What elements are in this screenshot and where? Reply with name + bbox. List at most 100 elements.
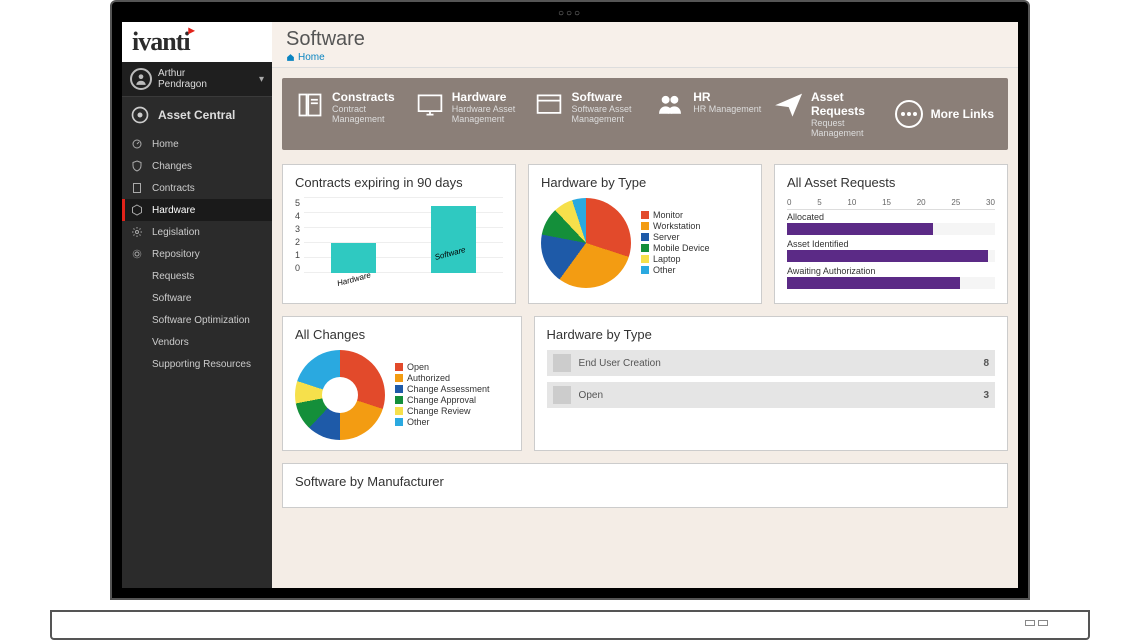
- quicklink-hr[interactable]: HRHR Management: [655, 90, 765, 138]
- base-indicator: [1025, 620, 1048, 626]
- quicklink-title: Constracts: [332, 90, 406, 104]
- legend-label: Workstation: [653, 221, 700, 231]
- logo-bar: ivanti ▸: [122, 22, 272, 62]
- panels-row-3: Software by Manufacturer: [282, 463, 1008, 508]
- quicklink-title: Hardware: [452, 90, 526, 104]
- sidebar-item-supporting-resources[interactable]: Supporting Resources: [122, 353, 272, 375]
- sidebar-item-hardware[interactable]: Hardware: [122, 199, 272, 221]
- nav-label: Changes: [152, 161, 192, 172]
- sidebar-item-home[interactable]: Home: [122, 133, 272, 155]
- more-icon: [895, 100, 923, 128]
- app-section-row[interactable]: Asset Central: [122, 97, 272, 133]
- legend-item: Mobile Device: [641, 243, 710, 253]
- legend-label: Open: [407, 362, 429, 372]
- sidebar-item-contracts[interactable]: Contracts: [122, 177, 272, 199]
- legend-label: Change Assessment: [407, 384, 490, 394]
- user-menu[interactable]: Arthur Pendragon ▾: [122, 62, 272, 97]
- legend-label: Laptop: [653, 254, 681, 264]
- list-item[interactable]: Open3: [547, 382, 995, 408]
- legend-item: Change Approval: [395, 395, 490, 405]
- panel-title: All Asset Requests: [787, 175, 995, 190]
- send-icon: [775, 90, 803, 120]
- list-item[interactable]: End User Creation 8: [547, 350, 995, 376]
- nav-label: Repository: [152, 249, 200, 260]
- list-item-count: 8: [983, 358, 989, 369]
- panel-hw-list: Hardware by Type End User Creation8Open3: [534, 316, 1008, 451]
- monitor-icon: [416, 90, 444, 120]
- user-name: Arthur Pendragon: [158, 68, 253, 90]
- panel-contracts90: Contracts expiring in 90 days 543210 Har…: [282, 164, 516, 304]
- nav-label: Requests: [152, 271, 194, 282]
- legend-swatch: [395, 374, 403, 382]
- sidebar-item-changes[interactable]: Changes: [122, 155, 272, 177]
- topbar: Software Home: [272, 22, 1018, 68]
- legend-label: Server: [653, 232, 680, 242]
- quicklink-hardware[interactable]: HardwareHardware Asset Management: [416, 90, 526, 138]
- list-item-icon: [553, 354, 571, 372]
- sidebar-item-software-optimization[interactable]: Software Optimization: [122, 309, 272, 331]
- nav-label: Software Optimization: [152, 315, 250, 326]
- hbar-group: Awaiting Authorization: [787, 266, 995, 289]
- shield-icon: [130, 159, 144, 173]
- breadcrumb-label: Home: [298, 52, 325, 63]
- quicklink-subtitle: Hardware Asset Management: [452, 104, 526, 124]
- hbar-chart: Allocated Asset Identified Awaiting Author…: [787, 212, 995, 289]
- hbar-group: Asset Identified: [787, 239, 995, 262]
- app-screen: ivanti ▸ Arthur Pendragon ▾: [122, 22, 1018, 588]
- dashboard-icon: [130, 137, 144, 151]
- list-item-label: Open: [579, 390, 603, 401]
- quicklink-title: HR: [693, 90, 761, 104]
- legend-swatch: [395, 418, 403, 426]
- blank-icon: [130, 335, 144, 349]
- quicklink-software[interactable]: SoftwareSoftware Asset Management: [535, 90, 645, 138]
- sidebar-item-requests[interactable]: Requests: [122, 265, 272, 287]
- legend-label: Mobile Device: [653, 243, 710, 253]
- home-icon: [286, 53, 295, 62]
- sidebar-item-vendors[interactable]: Vendors: [122, 331, 272, 353]
- hbar-group: Allocated: [787, 212, 995, 235]
- more-links-button[interactable]: More Links: [895, 100, 994, 128]
- legend-label: Change Review: [407, 406, 471, 416]
- panels-row-2: All Changes OpenAuthorizedChange Assessm…: [282, 316, 1008, 451]
- legend-swatch: [641, 266, 649, 274]
- legend-item: Change Review: [395, 406, 490, 416]
- donut-chart: [295, 350, 385, 440]
- sidebar-item-software[interactable]: Software: [122, 287, 272, 309]
- hbar-track: [787, 223, 995, 235]
- panel-title: Contracts expiring in 90 days: [295, 175, 503, 190]
- legend-swatch: [395, 407, 403, 415]
- quicklink-asset-requests[interactable]: Asset RequestsRequest Management: [775, 90, 885, 138]
- panel-requests: All Asset Requests 051015202530 Allocate…: [774, 164, 1008, 304]
- nav-label: Vendors: [152, 337, 189, 348]
- hbar-fill: [787, 223, 933, 235]
- content: ConstractsContract ManagementHardwareHar…: [272, 68, 1018, 588]
- pie-chart: [541, 198, 631, 288]
- bar: [331, 243, 376, 273]
- hbar-label: Asset Identified: [787, 239, 995, 249]
- list-item-label: End User Creation: [579, 358, 661, 369]
- panel-title: Hardware by Type: [541, 175, 749, 190]
- legend-swatch: [395, 396, 403, 404]
- sidebar-item-repository[interactable]: Repository: [122, 243, 272, 265]
- hbar-track: [787, 277, 995, 289]
- contracts-icon: [296, 90, 324, 120]
- sidebar-item-legislation[interactable]: Legislation: [122, 221, 272, 243]
- page-title: Software: [286, 28, 1004, 51]
- gear2-icon: [130, 247, 144, 261]
- legend-label: Monitor: [653, 210, 683, 220]
- legend-swatch: [641, 211, 649, 219]
- hbar-track: [787, 250, 995, 262]
- quicklink-subtitle: Request Management: [811, 118, 885, 138]
- legend-item: Change Assessment: [395, 384, 490, 394]
- main-area: Software Home ConstractsContract Managem…: [272, 22, 1018, 588]
- legend-swatch: [395, 385, 403, 393]
- hbar-label: Awaiting Authorization: [787, 266, 995, 276]
- legend-item: Monitor: [641, 210, 710, 220]
- legend-item: Authorized: [395, 373, 490, 383]
- nav-label: Hardware: [152, 205, 195, 216]
- legend-label: Other: [407, 417, 430, 427]
- legend-swatch: [641, 255, 649, 263]
- quicklink-constracts[interactable]: ConstractsContract Management: [296, 90, 406, 138]
- breadcrumb[interactable]: Home: [286, 52, 1004, 63]
- doc-icon: [130, 181, 144, 195]
